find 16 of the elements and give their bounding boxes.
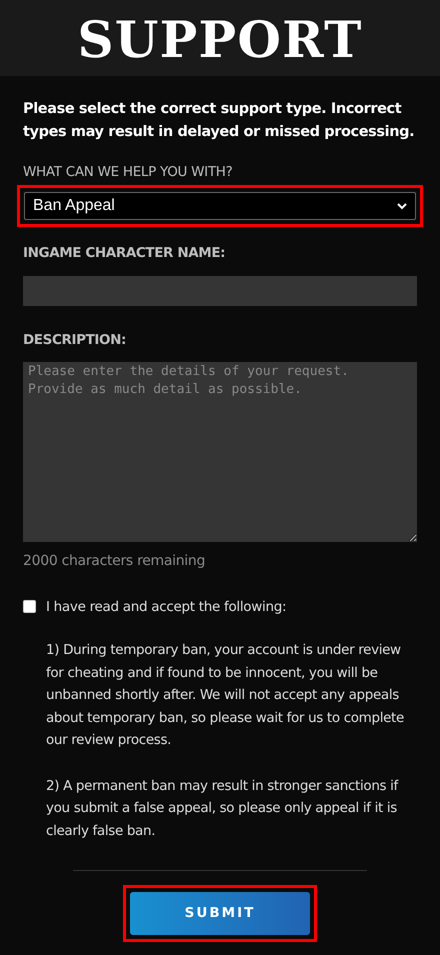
description-field[interactable]: Please enter the details of your request. Provide as much detail as possible. <box>23 362 417 542</box>
intro-text: Please select the correct support type. Incorrect types may result in delayed or missed processing. <box>23 100 416 142</box>
submit-button[interactable]: SUBMIT <box>130 892 310 935</box>
field-label: DESCRIPTION: <box>23 330 127 350</box>
support-type-select[interactable]: Ban Appeal <box>24 192 416 220</box>
terms-paragraph: 2) A permanent ban may result in stronger sanctions if you submit a false appeal, so please only appeal if it is clearly false ban. <box>46 776 400 840</box>
field-label: WHAT CAN WE HELP YOU WITH? <box>23 163 234 182</box>
terms-paragraph: 1) During temporary ban, your account is under review for cheating and if found to be innocent, you will be unbanned shortly after. We will not accept any appeals about temporary ban, so please wait for us to complete our review process. <box>46 641 405 750</box>
character-name-field[interactable] <box>23 276 417 306</box>
accept-checkbox[interactable] <box>23 600 36 614</box>
page-title: SUPPORT <box>77 11 363 65</box>
select-value: Ban Appeal <box>33 196 115 216</box>
field-label: INGAME CHARACTER NAME: <box>23 244 226 264</box>
chevron-down-icon <box>397 202 407 210</box>
accept-label: I have read and accept the following: <box>46 598 286 617</box>
character-counter: 2000 characters remaining <box>23 552 206 571</box>
